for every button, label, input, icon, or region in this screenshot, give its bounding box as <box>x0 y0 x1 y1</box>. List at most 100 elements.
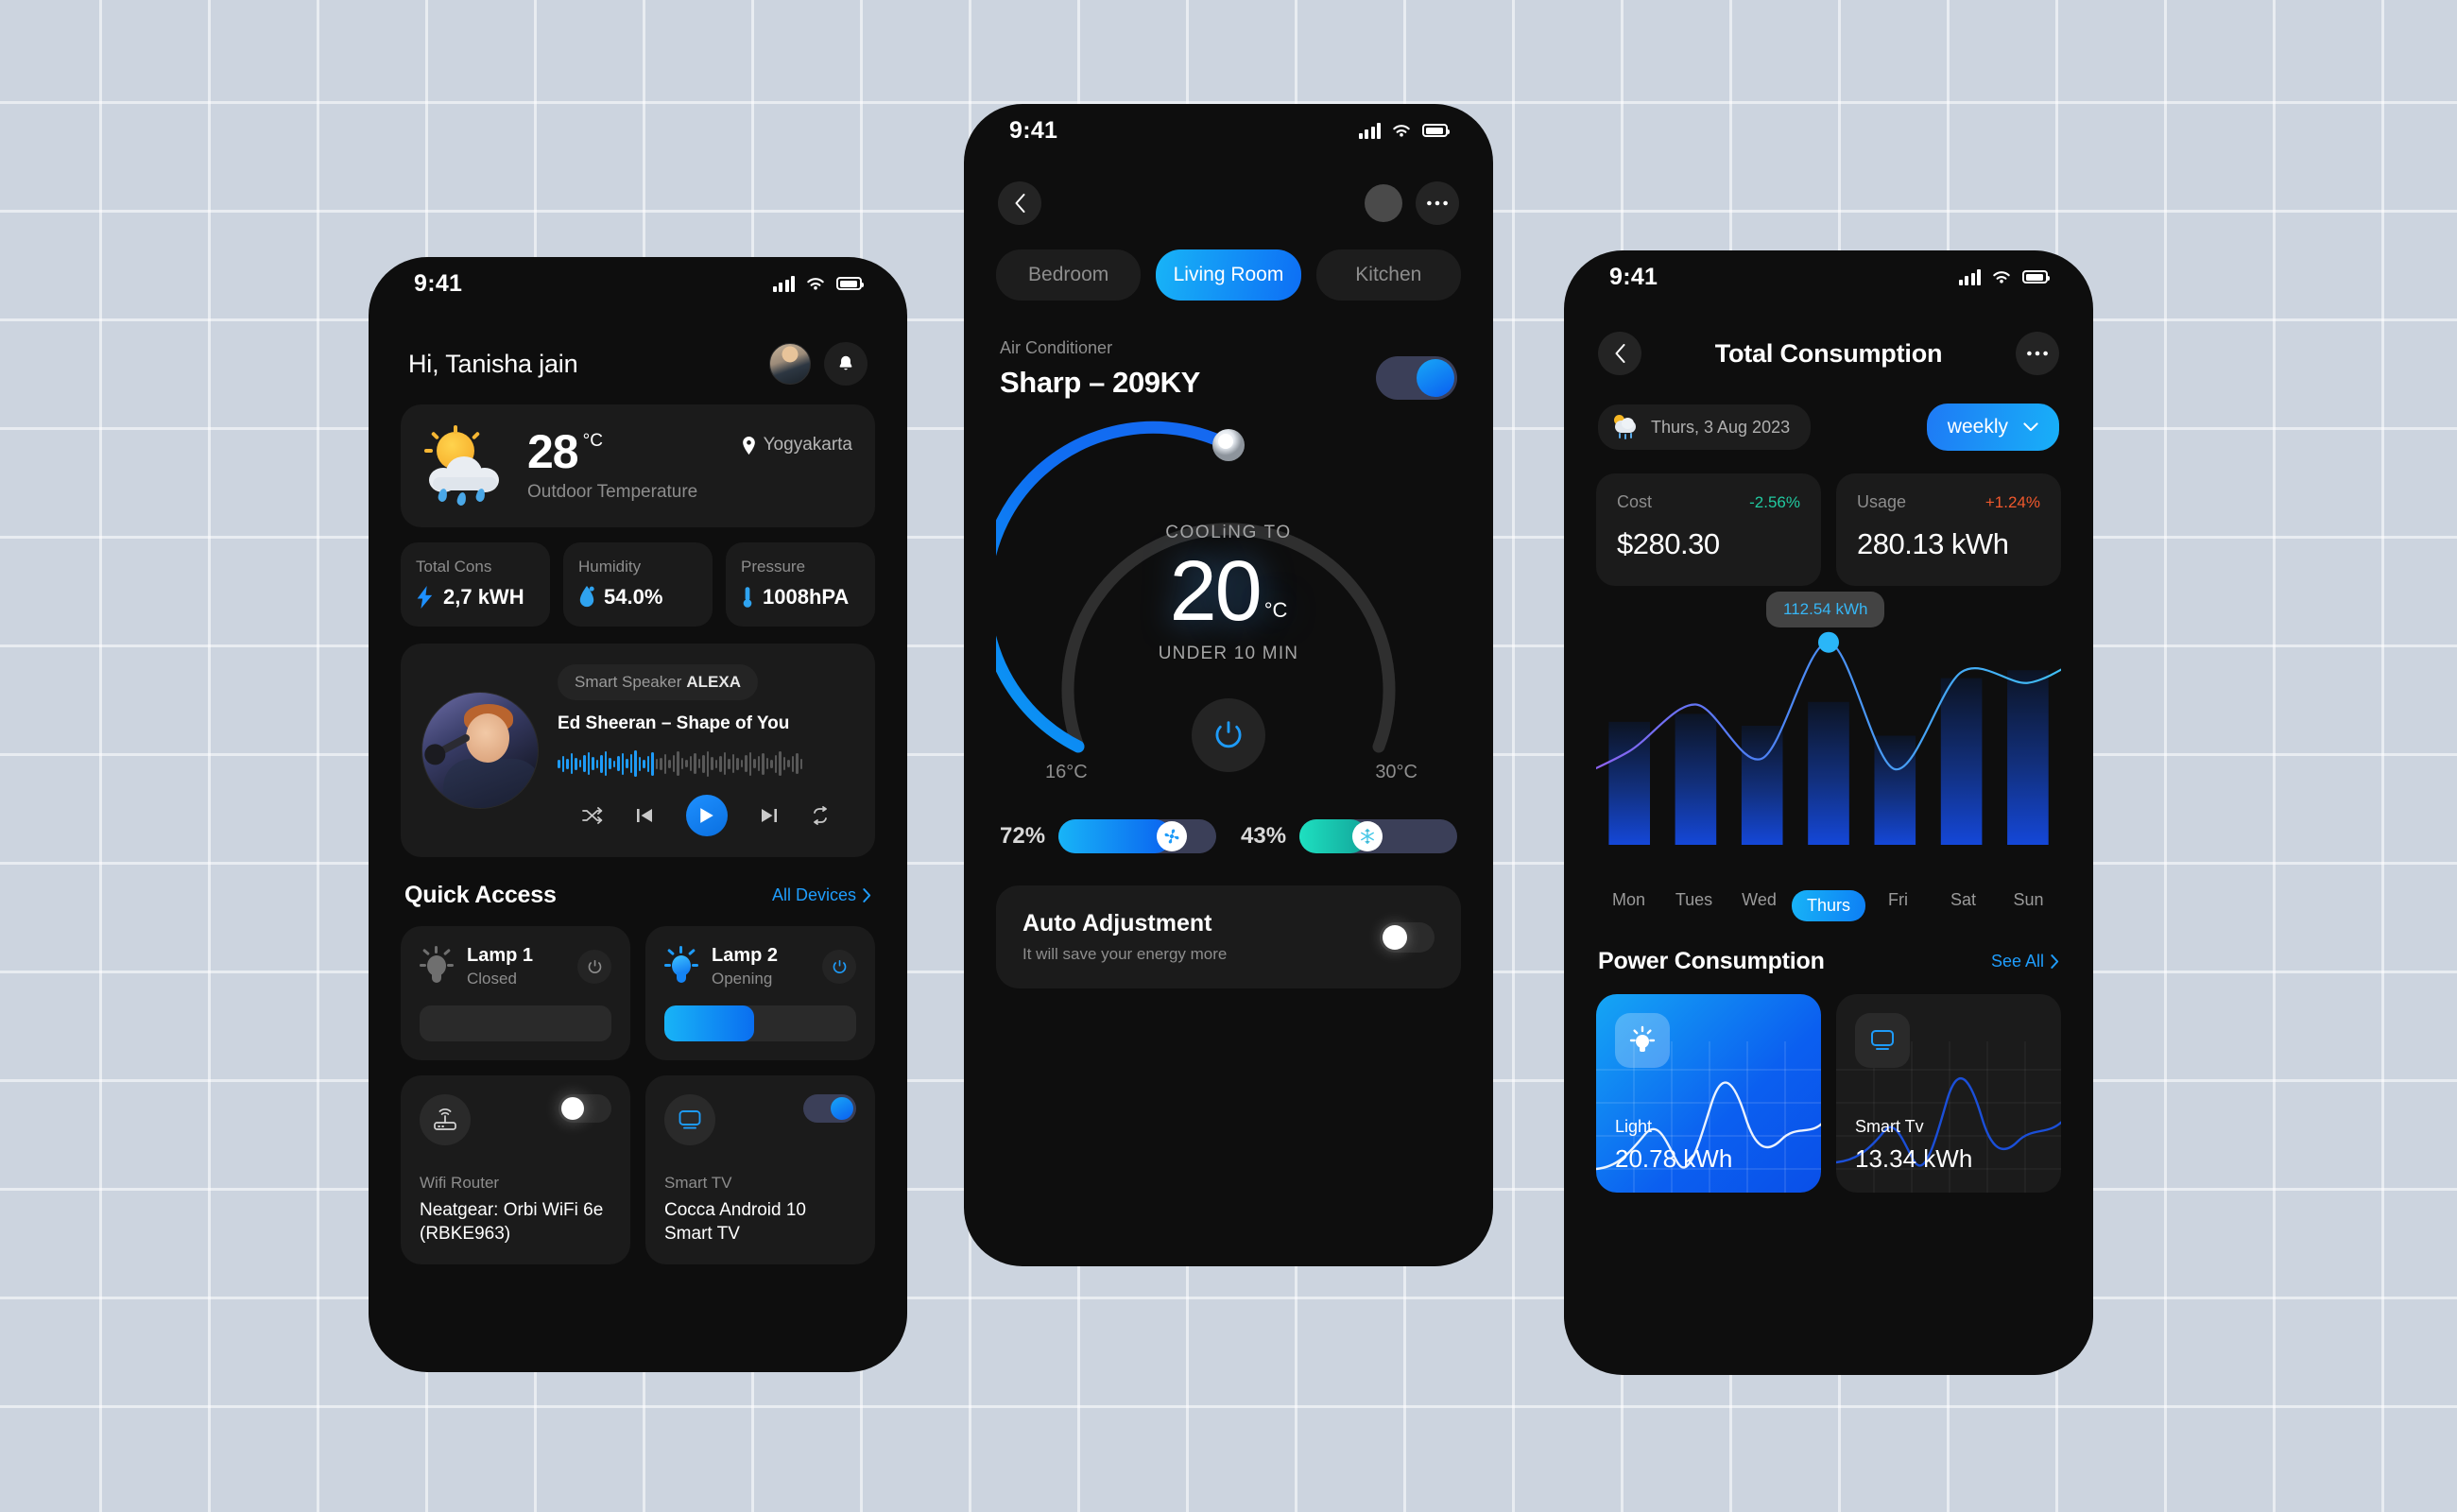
cool-level-slider[interactable]: 43% <box>1241 819 1457 853</box>
brightness-slider-lamp-2[interactable] <box>664 1005 856 1041</box>
more-options-button[interactable] <box>2016 332 2059 375</box>
next-icon[interactable] <box>760 806 779 825</box>
profile-avatar[interactable] <box>1365 184 1402 222</box>
chart-day-tues[interactable]: Tues <box>1661 890 1727 921</box>
back-button[interactable] <box>1598 332 1641 375</box>
repeat-icon[interactable] <box>811 806 830 825</box>
sun-behind-rain-cloud-icon <box>423 425 510 507</box>
ac-device-name: Sharp – 209KY <box>1000 366 1200 399</box>
chevron-right-icon <box>863 888 871 902</box>
all-devices-link[interactable]: All Devices <box>772 885 871 905</box>
avatar[interactable] <box>769 343 811 385</box>
device-model: Neatgear: Orbi WiFi 6e (RBKE963) <box>420 1200 604 1244</box>
stat-humidity: Humidity 54.0% <box>563 542 713 627</box>
light-bulb-icon <box>420 946 454 988</box>
power-card-label: Light <box>1615 1117 1653 1136</box>
tab-living-room[interactable]: Living Room <box>1156 249 1301 301</box>
kpi-usage: Usage +1.24% 280.13 kWh <box>1836 473 2061 586</box>
back-button[interactable] <box>998 181 1041 225</box>
stat-value: 1008hPA <box>763 585 850 609</box>
ac-power-toggle[interactable] <box>1376 356 1457 400</box>
chart-bar <box>1741 726 1783 845</box>
device-card-wifi-router[interactable]: Wifi Router Neatgear: Orbi WiFi 6e (RBKE… <box>401 1075 630 1264</box>
speaker-prefix: Smart Speaker <box>575 673 682 691</box>
quick-access-grid: Lamp 1 Closed Lamp 2 Opening Wifi Router… <box>401 926 875 1264</box>
fan-speed-slider[interactable]: 72% <box>1000 819 1216 853</box>
lightning-bolt-icon <box>417 586 433 609</box>
more-options-button[interactable] <box>1416 181 1459 225</box>
device-card-lamp-2[interactable]: Lamp 2 Opening <box>645 926 875 1060</box>
auto-adjustment-toggle[interactable] <box>1380 921 1435 953</box>
bell-icon <box>839 355 852 370</box>
ac-device-row: Air Conditioner Sharp – 209KY <box>996 338 1461 400</box>
power-toggle-smart-tv[interactable] <box>803 1094 856 1123</box>
period-label: weekly <box>1947 416 2008 438</box>
see-all-link[interactable]: See All <box>1991 952 2059 971</box>
tab-bedroom[interactable]: Bedroom <box>996 249 1142 301</box>
page-title: Total Consumption <box>1714 338 1943 368</box>
auto-adjustment-subtitle: It will save your energy more <box>1022 945 1228 963</box>
snowflake-icon <box>1360 828 1374 845</box>
stat-value: 2,7 kWH <box>443 585 524 609</box>
chart-day-thurs[interactable]: Thurs <box>1792 890 1866 921</box>
cellular-signal-icon <box>1958 268 1981 285</box>
power-consumption-header: Power Consumption See All <box>1596 948 2061 975</box>
light-bulb-icon <box>1615 1013 1670 1068</box>
tv-icon <box>664 1094 715 1145</box>
device-card-smart-tv[interactable]: Smart TV Cocca Android 10 Smart TV <box>645 1075 875 1264</box>
chart-day-sat[interactable]: Sat <box>1931 890 1996 921</box>
quick-access-title: Quick Access <box>404 882 557 908</box>
consumption-chart[interactable]: 112.54 kWh <box>1564 591 2083 885</box>
brightness-slider-lamp-1[interactable] <box>420 1005 611 1041</box>
temperature-dial[interactable]: COOLiNG TO 20 °C UNDER 10 MIN 16°C 30°C <box>996 417 1461 814</box>
period-selector[interactable]: weekly <box>1926 404 2059 451</box>
kpi-row: Cost -2.56% $280.30 Usage +1.24% 280.13 … <box>1596 473 2061 586</box>
power-toggle-lamp-2[interactable] <box>822 950 856 984</box>
stat-label: Humidity <box>578 558 642 576</box>
cellular-signal-icon <box>1358 122 1381 139</box>
sun-behind-rain-cloud-icon <box>1611 415 1640 439</box>
wifi-icon <box>1993 271 2010 284</box>
fan-slider-knob[interactable] <box>1157 821 1188 851</box>
chart-day-wed[interactable]: Wed <box>1727 890 1792 921</box>
notification-button[interactable] <box>824 342 868 386</box>
device-card-lamp-1[interactable]: Lamp 1 Closed <box>401 926 630 1060</box>
power-toggle-wifi-router[interactable] <box>558 1094 611 1123</box>
power-card-smart-tv[interactable]: Smart Tv 13.34 kWh <box>1836 994 2061 1193</box>
greeting-row: Hi, Tanisha jain <box>401 342 875 386</box>
tab-kitchen[interactable]: Kitchen <box>1315 249 1461 301</box>
audio-waveform <box>558 747 854 780</box>
song-title: Ed Sheeran – Shape of You <box>558 713 790 733</box>
power-toggle-lamp-1[interactable] <box>577 950 611 984</box>
chart-day-fri[interactable]: Fri <box>1865 890 1931 921</box>
device-type: Smart TV <box>664 1174 732 1193</box>
play-button[interactable] <box>686 795 728 836</box>
water-drop-icon <box>579 586 594 608</box>
outdoor-temperature-value: 28 <box>527 425 579 478</box>
chart-day-sun[interactable]: Sun <box>1996 890 2061 921</box>
shuffle-icon[interactable] <box>582 807 603 824</box>
chart-day-mon[interactable]: Mon <box>1596 890 1661 921</box>
chart-bar <box>1675 713 1717 845</box>
stat-total-cons: Total Cons 2,7 kWH <box>401 542 550 627</box>
device-name: Lamp 1 <box>467 945 534 966</box>
auto-adjustment-card[interactable]: Auto Adjustment It will save your energy… <box>996 885 1461 988</box>
album-art <box>421 692 539 809</box>
power-card-light[interactable]: Light 20.78 kWh <box>1596 994 1821 1193</box>
previous-icon[interactable] <box>635 806 654 825</box>
device-model: Cocca Android 10 Smart TV <box>664 1200 806 1244</box>
status-time: 9:41 <box>414 269 463 297</box>
status-time: 9:41 <box>1009 116 1058 144</box>
stat-pressure: Pressure 1008hPA <box>726 542 875 627</box>
power-icon <box>1215 721 1242 748</box>
chart-bar <box>1940 678 1983 845</box>
ac-power-button[interactable] <box>1192 698 1265 772</box>
date-chip[interactable]: Thurs, 3 Aug 2023 <box>1598 404 1812 450</box>
fan-speed-value: 72% <box>1000 823 1046 849</box>
dial-readout: COOLiNG TO 20 °C UNDER 10 MIN <box>996 523 1461 664</box>
more-horizontal-icon <box>1427 200 1448 206</box>
cool-slider-knob[interactable] <box>1351 821 1383 851</box>
wifi-icon <box>807 278 824 290</box>
chevron-right-icon <box>2051 954 2059 969</box>
stats-row: Total Cons 2,7 kWH Humidity 54.0% Pressu… <box>401 542 875 627</box>
